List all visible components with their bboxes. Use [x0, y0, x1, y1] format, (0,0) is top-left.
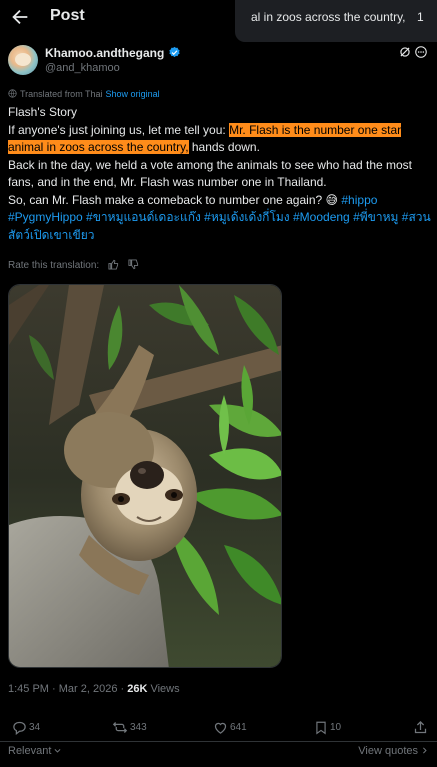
- bookmark-count: 10: [330, 722, 342, 733]
- globe-icon: [8, 89, 17, 98]
- back-arrow-icon[interactable]: [9, 6, 31, 28]
- tweet-paragraph-3: So, can Mr. Flash make a comeback to num…: [8, 192, 432, 245]
- thumbs-up-icon[interactable]: [108, 259, 119, 270]
- verified-badge-icon: [169, 46, 180, 58]
- chevron-right-icon: [423, 747, 427, 754]
- bookmark-icon: [316, 721, 326, 735]
- divider: [0, 741, 437, 742]
- sort-label: Relevant: [8, 745, 52, 757]
- post-timestamp[interactable]: 1:45 PM · Mar 2, 2026 ·: [8, 683, 127, 695]
- share-icon: [414, 720, 427, 734]
- heart-icon: [214, 722, 227, 734]
- toast-index: 1: [417, 10, 424, 24]
- post-image[interactable]: [8, 284, 282, 668]
- chevron-down-icon: [54, 749, 61, 753]
- translated-label: Translated from Thai: [20, 89, 103, 99]
- like-button[interactable]: 641: [213, 720, 247, 738]
- rate-label: Rate this translation:: [8, 260, 100, 271]
- share-button[interactable]: [413, 720, 428, 738]
- avatar[interactable]: [8, 45, 38, 75]
- reply-button[interactable]: 34: [12, 720, 40, 738]
- translation-toast: al in zoos across the country, 1: [235, 0, 437, 42]
- more-icon[interactable]: [414, 45, 428, 59]
- like-count: 641: [230, 722, 247, 733]
- hashtag[interactable]: #PygmyHippo: [8, 210, 83, 224]
- hashtag[interactable]: #พี่ขาหมู: [353, 210, 398, 224]
- author-name[interactable]: Khamoo.andthegang: [45, 46, 164, 60]
- tweet-paragraph-1: If anyone's just joining us, let me tell…: [8, 122, 432, 157]
- author-row: Khamoo.andthegang @and_khamoo: [8, 45, 429, 79]
- tweet-text-suffix: hands down.: [188, 140, 260, 154]
- show-original-link[interactable]: Show original: [106, 89, 160, 99]
- tweet-title: Flash's Story: [8, 105, 77, 119]
- tweet-text-prefix: If anyone's just joining us, let me tell…: [8, 122, 230, 137]
- sloth-image: [9, 285, 281, 667]
- view-quotes-label: View quotes: [358, 745, 418, 757]
- views-label: Views: [147, 683, 180, 695]
- hashtag[interactable]: #Moodeng: [293, 210, 350, 224]
- view-quotes-link[interactable]: View quotes: [358, 745, 429, 757]
- reply-icon: [13, 721, 26, 736]
- views-count: 26K: [127, 683, 148, 695]
- sort-dropdown[interactable]: Relevant: [8, 745, 62, 757]
- rate-translation: Rate this translation:: [8, 259, 139, 271]
- hashtag[interactable]: #ขาหมูแอนด์เดอะแก๊ง: [86, 210, 201, 224]
- tweet-paragraph-2: Back in the day, we held a vote among th…: [8, 157, 413, 190]
- reply-count: 34: [29, 722, 41, 733]
- thumbs-down-icon[interactable]: [128, 259, 139, 270]
- tweet-text: Flash's Story If anyone's just joining u…: [8, 104, 432, 244]
- action-bar: 34 343 641 10: [8, 720, 429, 738]
- repost-count: 343: [130, 722, 147, 733]
- repost-icon: [112, 722, 128, 733]
- hashtag[interactable]: #hippo: [341, 193, 377, 207]
- page-title: Post: [50, 7, 85, 24]
- post-meta: 1:45 PM · Mar 2, 2026 · 26K Views: [8, 683, 180, 695]
- sweat-smile-emoji: 😅: [325, 192, 339, 207]
- bookmark-button[interactable]: 10: [314, 720, 341, 738]
- tweet-question: So, can Mr. Flash make a comeback to num…: [8, 192, 326, 207]
- grok-icon[interactable]: [398, 45, 412, 59]
- translation-info: Translated from Thai Show original: [8, 89, 160, 99]
- toast-text: al in zoos across the country,: [251, 10, 406, 24]
- hashtag[interactable]: #หมูเด้งเด้งกี่โมง: [204, 210, 289, 224]
- author-handle[interactable]: @and_khamoo: [45, 62, 120, 74]
- repost-button[interactable]: 343: [112, 720, 147, 738]
